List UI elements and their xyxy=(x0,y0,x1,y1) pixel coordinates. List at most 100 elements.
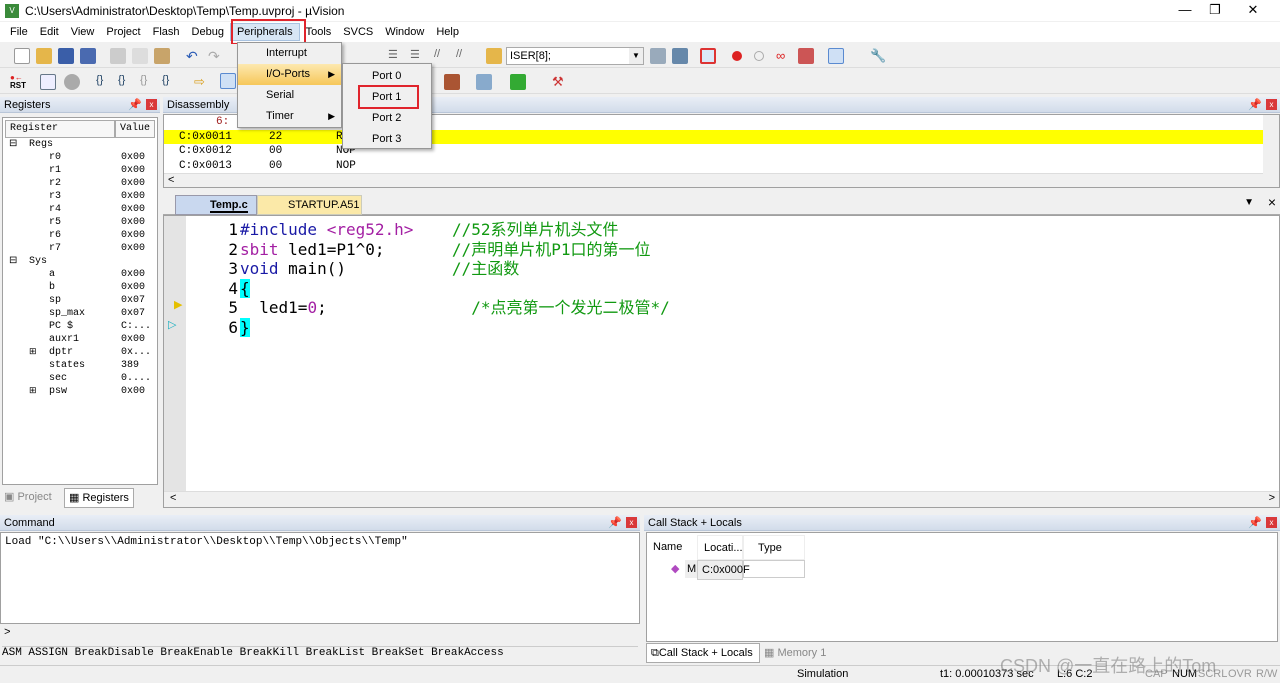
register-value[interactable]: 0x00 xyxy=(121,151,145,164)
new-file-icon[interactable] xyxy=(14,48,30,64)
chevron-down-icon[interactable]: ▼ xyxy=(629,48,643,64)
copy-icon[interactable] xyxy=(132,48,148,64)
code-line[interactable]: 2 sbit led1=P1^0; //声明单片机P1口的第一位 xyxy=(186,240,1276,260)
stop-icon[interactable] xyxy=(64,74,80,90)
disassembly-hscrollbar[interactable]: < xyxy=(164,173,1264,187)
register-row[interactable]: ⊞ dptr 0x... xyxy=(5,346,155,359)
close-icon[interactable]: x xyxy=(626,517,637,528)
restore-button[interactable]: ❐ xyxy=(1200,2,1230,18)
kill-breakpoints-icon[interactable]: ∞ xyxy=(776,48,792,64)
save-all-icon[interactable] xyxy=(80,48,96,64)
editor-hscrollbar[interactable]: < > xyxy=(164,491,1279,507)
tools-icon[interactable]: ⚒ xyxy=(552,74,568,90)
register-value[interactable]: 389 xyxy=(121,359,139,372)
code-line[interactable]: 5 led1=0; /*点亮第一个发光二极管*/ xyxy=(186,298,1276,318)
register-row[interactable]: r4 0x00 xyxy=(5,203,155,216)
step-out-icon[interactable]: {} xyxy=(140,74,156,90)
register-value[interactable]: 0x00 xyxy=(121,203,145,216)
code-line[interactable]: 4{ xyxy=(186,278,1276,299)
register-group[interactable]: ⊟ Sys xyxy=(5,255,155,268)
register-value[interactable]: 0x07 xyxy=(121,307,145,320)
menu-help[interactable]: Help xyxy=(430,26,465,38)
debug-session-icon[interactable] xyxy=(700,48,716,64)
register-row[interactable]: a 0x00 xyxy=(5,268,155,281)
register-row[interactable]: r1 0x00 xyxy=(5,164,155,177)
step-into-icon[interactable]: {} xyxy=(96,74,112,90)
clear-breakpoints-icon[interactable] xyxy=(798,48,814,64)
callstack-row[interactable]: ◆ M C:0x000F xyxy=(651,560,805,580)
run-icon[interactable] xyxy=(40,74,56,90)
menu-view[interactable]: View xyxy=(65,26,101,38)
register-value[interactable]: 0x00 xyxy=(121,177,145,190)
menu-item-io-ports[interactable]: I/O-Ports ▶ xyxy=(238,64,341,85)
disable-breakpoint-icon[interactable] xyxy=(754,51,764,61)
tab-memory-1[interactable]: ▦ Memory 1 xyxy=(764,646,826,659)
find-combo[interactable]: ISER[8]; ▼ xyxy=(506,47,644,65)
register-row[interactable]: r7 0x00 xyxy=(5,242,155,255)
menu-flash[interactable]: Flash xyxy=(147,26,186,38)
register-value[interactable]: 0x00 xyxy=(121,385,145,398)
minimize-button[interactable]: — xyxy=(1170,2,1200,17)
save-icon[interactable] xyxy=(58,48,74,64)
step-over-icon[interactable]: {} xyxy=(118,74,134,90)
command-window-icon[interactable] xyxy=(220,73,236,89)
reset-button[interactable]: ●← RST xyxy=(10,74,26,90)
pin-icon[interactable]: 📌 xyxy=(1248,515,1262,531)
register-value[interactable]: 0x00 xyxy=(121,216,145,229)
register-row[interactable]: sp_max 0x07 xyxy=(5,307,155,320)
pin-icon[interactable]: 📌 xyxy=(128,97,142,113)
register-row[interactable]: r0 0x00 xyxy=(5,151,155,164)
register-row[interactable]: r6 0x00 xyxy=(5,229,155,242)
disassembly-row[interactable]: C:0x0013 00 NOP xyxy=(164,159,1279,174)
tab-project[interactable]: ▣ Project xyxy=(4,490,52,503)
menu-debug[interactable]: Debug xyxy=(186,26,230,38)
close-tab-icon[interactable]: × xyxy=(1268,194,1276,210)
register-value[interactable]: 0x07 xyxy=(121,294,145,307)
column-location[interactable]: Locati... xyxy=(697,535,743,560)
run-to-cursor-icon[interactable]: {} xyxy=(162,74,178,90)
system-viewer-icon[interactable] xyxy=(476,74,492,90)
find-in-files-icon[interactable] xyxy=(486,48,502,64)
tab-startup-a51[interactable]: STARTUP.A51 xyxy=(257,195,362,215)
code-line[interactable]: 3 void main() //主函数 xyxy=(186,259,1276,279)
undo-icon[interactable]: ↶ xyxy=(186,48,202,64)
register-value[interactable]: 0x00 xyxy=(121,268,145,281)
cut-icon[interactable] xyxy=(110,48,126,64)
redo-icon[interactable]: ↷ xyxy=(208,48,224,64)
config-icon[interactable] xyxy=(672,48,688,64)
collapse-icon[interactable]: ⊟ xyxy=(9,255,17,268)
window-layout-icon[interactable] xyxy=(828,48,844,64)
paste-icon[interactable] xyxy=(154,48,170,64)
close-button[interactable]: ✕ xyxy=(1238,2,1268,18)
menu-item-interrupt[interactable]: Interrupt xyxy=(238,43,341,64)
toolbox-icon[interactable] xyxy=(510,74,526,90)
expand-icon[interactable]: ⊞ xyxy=(29,385,37,398)
menu-item-serial[interactable]: Serial xyxy=(238,85,341,106)
register-row[interactable]: b 0x00 xyxy=(5,281,155,294)
close-icon[interactable]: x xyxy=(146,99,157,110)
register-value[interactable]: 0x00 xyxy=(121,190,145,203)
menu-edit[interactable]: Edit xyxy=(34,26,65,38)
tab-callstack-locals[interactable]: ⧉Call Stack + Locals xyxy=(646,643,760,663)
show-next-statement-icon[interactable]: ⇨ xyxy=(194,74,210,90)
code-editor[interactable]: ▶ ▷ 1 #include <reg52.h> //52系列单片机头文件 2 sbi… xyxy=(163,215,1280,508)
register-row[interactable]: sp 0x07 xyxy=(5,294,155,307)
register-value[interactable]: 0.... xyxy=(121,372,151,385)
register-row[interactable]: r3 0x00 xyxy=(5,190,155,203)
tab-temp-c[interactable]: Temp.c xyxy=(175,195,257,215)
logic-analyzer-icon[interactable] xyxy=(444,74,460,90)
uncomment-icon[interactable]: // xyxy=(456,48,472,64)
close-icon[interactable]: x xyxy=(1266,517,1277,528)
code-line[interactable]: 1 #include <reg52.h> //52系列单片机头文件 xyxy=(186,220,1276,240)
comment-icon[interactable]: // xyxy=(434,48,450,64)
register-row[interactable]: states 389 xyxy=(5,359,155,372)
disassembly-row-current[interactable]: C:0x0011 22 R xyxy=(164,129,1279,144)
register-value[interactable]: 0x00 xyxy=(121,333,145,346)
register-row[interactable]: sec 0.... xyxy=(5,372,155,385)
register-value[interactable]: C:... xyxy=(121,320,151,333)
register-value[interactable]: 0x00 xyxy=(121,281,145,294)
column-value[interactable]: Value xyxy=(115,120,155,138)
collapse-icon[interactable]: ⊟ xyxy=(9,138,17,151)
unindent-icon[interactable]: ☰ xyxy=(410,48,426,64)
column-name[interactable]: Name xyxy=(653,541,682,553)
